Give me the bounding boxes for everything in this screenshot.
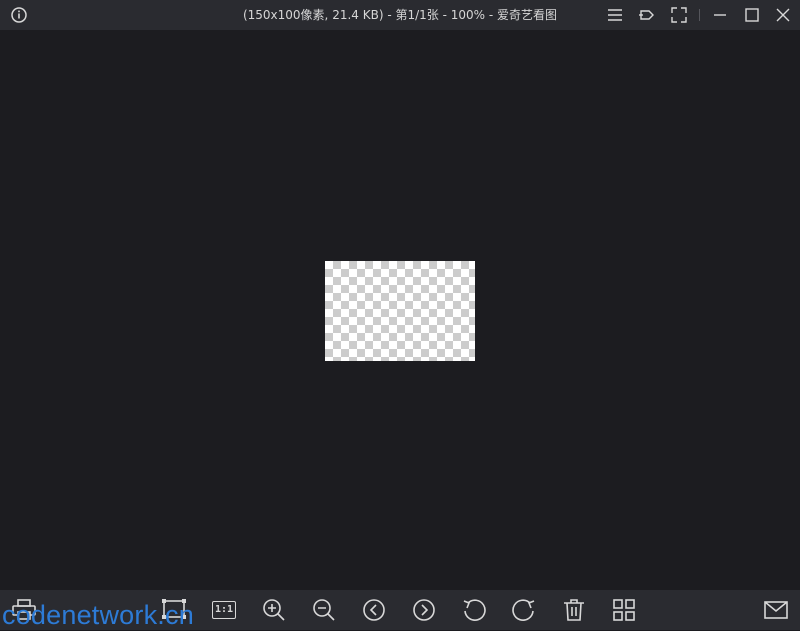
delete-icon[interactable] — [558, 594, 590, 626]
pin-icon[interactable] — [632, 0, 662, 30]
actual-size-label: 1:1 — [214, 604, 234, 615]
transparent-image[interactable] — [325, 261, 475, 361]
rotate-right-icon[interactable] — [508, 594, 540, 626]
minimize-icon[interactable] — [705, 0, 735, 30]
grid-view-icon[interactable] — [608, 594, 640, 626]
close-icon[interactable] — [768, 0, 798, 30]
image-canvas[interactable] — [0, 30, 800, 590]
zoom-out-icon[interactable] — [308, 594, 340, 626]
print-icon[interactable] — [8, 594, 40, 626]
fullscreen-icon[interactable] — [664, 0, 694, 30]
title-bar: (150x100像素, 21.4 KB) - 第1/1张 - 100% - 爱奇… — [0, 0, 800, 30]
rotate-left-icon[interactable] — [458, 594, 490, 626]
bottom-toolbar: 1:1 — [0, 590, 800, 630]
actual-size-icon: 1:1 — [212, 601, 236, 619]
previous-icon[interactable] — [358, 594, 390, 626]
maximize-icon[interactable] — [737, 0, 767, 30]
zoom-in-icon[interactable] — [258, 594, 290, 626]
crop-icon[interactable] — [158, 594, 190, 626]
separator — [699, 9, 700, 21]
actual-size-button[interactable]: 1:1 — [208, 594, 240, 626]
mail-icon[interactable] — [760, 594, 792, 626]
menu-icon[interactable] — [600, 0, 630, 30]
next-icon[interactable] — [408, 594, 440, 626]
